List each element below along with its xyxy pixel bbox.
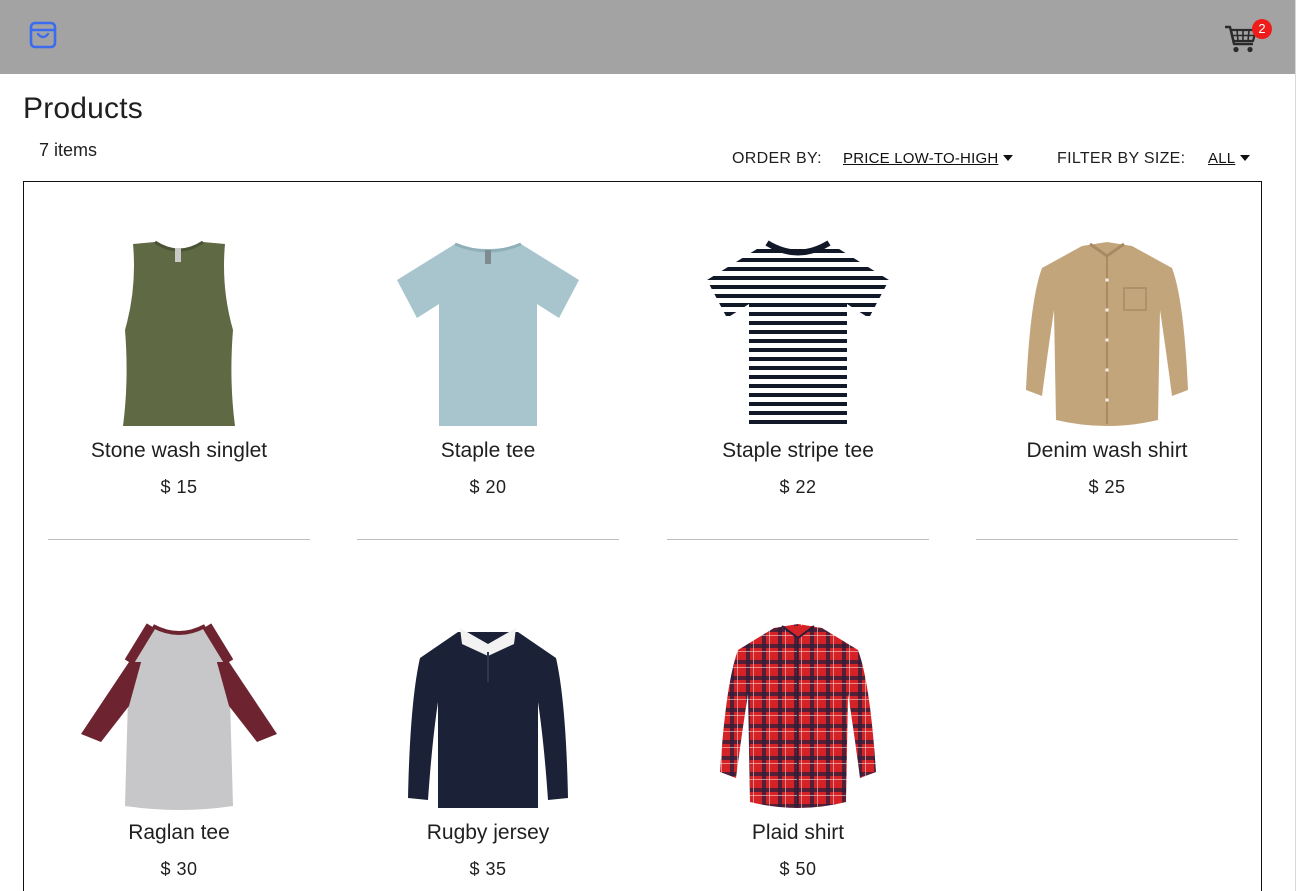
product-image[interactable] <box>667 238 929 430</box>
chevron-down-icon <box>1003 155 1014 161</box>
light-blue-tshirt-image <box>397 242 579 426</box>
product-card[interactable]: Stone wash singlet $ 15 <box>48 182 310 542</box>
product-card[interactable]: Plaid shirt $ 50 <box>667 564 929 891</box>
product-card[interactable]: Rugby jersey $ 35 <box>357 564 619 891</box>
product-image[interactable] <box>48 620 310 812</box>
product-price: $ 20 <box>469 477 507 497</box>
product-card[interactable]: Denim wash shirt $ 25 <box>976 182 1238 542</box>
card-divider <box>667 539 929 540</box>
product-card[interactable]: Staple tee $ 20 <box>357 182 619 542</box>
product-name: Plaid shirt <box>751 821 845 844</box>
cart-count-badge: 2 <box>1252 19 1272 39</box>
filter-by-size-select[interactable]: ALL <box>1208 150 1251 167</box>
product-price: $ 25 <box>1088 477 1126 497</box>
card-divider <box>976 539 1238 540</box>
filter-by-size-value: ALL <box>1208 150 1236 167</box>
olive-green-singlet-image <box>123 240 235 426</box>
product-price: $ 22 <box>779 477 817 497</box>
product-name: Rugby jersey <box>426 821 550 844</box>
product-price: $ 50 <box>779 859 817 879</box>
product-image[interactable] <box>976 238 1238 430</box>
order-by-label: ORDER BY: <box>732 150 822 167</box>
product-name: Raglan tee <box>128 821 230 844</box>
product-image[interactable] <box>667 620 929 812</box>
product-price: $ 35 <box>469 859 507 879</box>
product-image[interactable] <box>48 238 310 430</box>
filter-by-size-label: FILTER BY SIZE: <box>1057 150 1186 167</box>
product-image[interactable] <box>357 238 619 430</box>
product-card[interactable]: Staple stripe tee $ 22 <box>667 182 929 542</box>
tan-button-up-shirt-image <box>1026 242 1188 426</box>
order-by-value: PRICE LOW-TO-HIGH <box>843 150 999 167</box>
product-card[interactable]: Raglan tee $ 30 <box>48 564 310 891</box>
shopping-bag-icon[interactable] <box>29 21 57 49</box>
product-price: $ 15 <box>160 477 198 497</box>
black-white-striped-tshirt-image <box>707 240 889 426</box>
top-navigation-bar <box>0 0 1295 74</box>
product-price: $ 30 <box>160 859 198 879</box>
product-grid: Stone wash singlet $ 15 Staple tee $ 20 <box>23 181 1262 891</box>
red-plaid-shirt-image <box>720 624 876 808</box>
item-count: 7 items <box>39 140 98 160</box>
navy-rugby-jersey-image <box>408 628 568 808</box>
product-name: Denim wash shirt <box>1026 439 1188 462</box>
grey-maroon-raglan-tee-image <box>81 623 277 810</box>
chevron-down-icon <box>1240 155 1251 161</box>
product-name: Stone wash singlet <box>90 439 268 462</box>
page-title: Products <box>23 92 143 125</box>
order-by-select[interactable]: PRICE LOW-TO-HIGH <box>843 150 1014 167</box>
card-divider <box>357 539 619 540</box>
product-name: Staple stripe tee <box>722 439 874 462</box>
product-name: Staple tee <box>440 439 536 462</box>
card-divider <box>48 539 310 540</box>
product-image[interactable] <box>357 620 619 812</box>
